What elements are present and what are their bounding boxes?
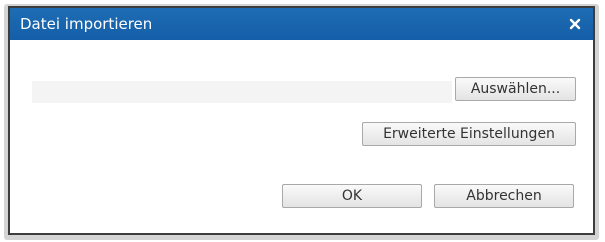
dialog-title: Datei importieren bbox=[20, 15, 153, 33]
import-file-dialog: Datei importieren Auswählen... Erweitert… bbox=[8, 6, 595, 235]
cancel-button[interactable]: Abbrechen bbox=[434, 184, 574, 208]
select-file-button[interactable]: Auswählen... bbox=[455, 77, 576, 101]
advanced-settings-button[interactable]: Erweiterte Einstellungen bbox=[362, 122, 576, 146]
file-path-area bbox=[32, 81, 452, 103]
ok-button[interactable]: OK bbox=[282, 184, 422, 208]
dialog-titlebar: Datei importieren bbox=[10, 8, 593, 40]
close-icon bbox=[569, 18, 581, 30]
close-button[interactable] bbox=[565, 13, 587, 35]
